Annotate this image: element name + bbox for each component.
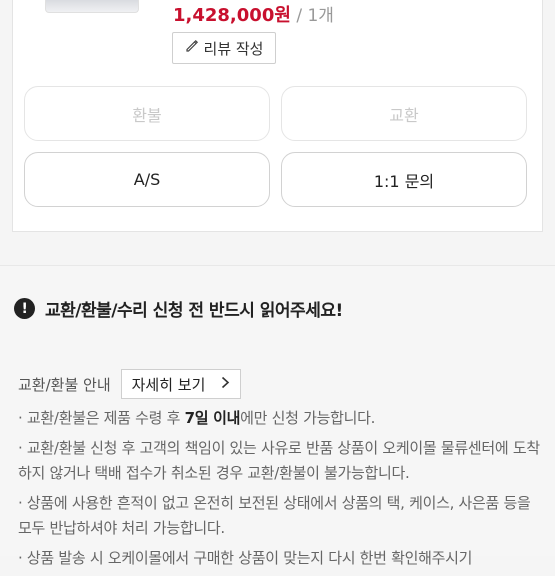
write-review-button[interactable]: 리뷰 작성 (172, 32, 276, 64)
notice-line: · 교환/환불 신청 후 고객의 책임이 있는 사유로 반품 상품이 오케이몰 … (18, 439, 540, 482)
guide-label: 교환/환불 안내 (18, 375, 111, 394)
notice-lines: · 교환/환불은 제품 수령 후 7일 이내에만 신청 가능합니다. · 교환/… (18, 406, 543, 576)
refund-button[interactable]: 환불 (24, 86, 270, 141)
write-review-label: 리뷰 작성 (203, 39, 264, 58)
refund-label: 환불 (132, 105, 162, 125)
notice-title: 교환/환불/수리 신청 전 반드시 읽어주세요! (45, 301, 343, 321)
notice-line: · 교환/환불은 제품 수령 후 7일 이내에만 신청 가능합니다. (18, 409, 376, 427)
notice-line: · 상품에 사용한 흔적이 없고 온전히 보전된 상태에서 상품의 택, 케이스… (18, 494, 531, 537)
warning-icon: ! (14, 298, 35, 319)
exchange-button[interactable]: 교환 (281, 86, 527, 141)
inquiry-button[interactable]: 1:1 문의 (281, 152, 527, 207)
order-card: 1,428,000원 / 1개 리뷰 작성 환불 교환 A/S 1:1 문의 (12, 0, 543, 232)
view-details-button[interactable]: 자세히 보기 (120, 369, 242, 399)
inquiry-label: 1:1 문의 (373, 171, 435, 191)
product-price: 1,428,000원 (173, 5, 291, 26)
edit-icon (185, 39, 199, 57)
price-row: 1,428,000원 / 1개 (173, 1, 334, 27)
exchange-label: 교환 (389, 105, 419, 125)
product-quantity: / 1개 (290, 6, 334, 26)
view-details-label: 자세히 보기 (131, 375, 206, 394)
product-thumbnail[interactable] (45, 0, 139, 13)
guide-row: 교환/환불 안내 자세히 보기 (18, 369, 242, 399)
notice-line: · 상품 발송 시 오케이몰에서 구매한 상품이 맞는지 다시 한번 확인해주시… (18, 549, 473, 567)
notice-section: ! 교환/환불/수리 신청 전 반드시 읽어주세요! 교환/환불 안내 자세히 … (0, 265, 555, 567)
as-button[interactable]: A/S (24, 152, 270, 207)
chevron-right-icon (221, 375, 230, 393)
as-label: A/S (133, 170, 161, 189)
notice-header: ! 교환/환불/수리 신청 전 반드시 읽어주세요! (14, 296, 343, 321)
